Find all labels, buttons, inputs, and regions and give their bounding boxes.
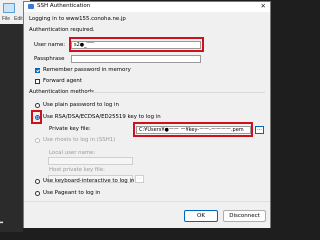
auth-methods-label: Authentication methods bbox=[29, 89, 94, 95]
user-name-highlight bbox=[69, 37, 204, 52]
browse-key-button[interactable]: ... bbox=[255, 126, 264, 134]
keyboard-interactive-label: Use keyboard-interactive to log in bbox=[43, 178, 135, 184]
dialog-titlebar: SSH Authentication ✕ bbox=[24, 2, 270, 12]
login-info: Logging in to www155.conoha.ne.jp bbox=[29, 16, 126, 22]
pageant-label: Use Pageant to log in bbox=[43, 190, 101, 196]
radio-pageant[interactable] bbox=[35, 191, 40, 196]
user-name-label: User name: bbox=[34, 42, 66, 48]
dialog-footer: OK Disconnect bbox=[24, 201, 270, 228]
radio-rhosts[interactable] bbox=[35, 138, 40, 143]
private-key-label: Private key file: bbox=[49, 126, 91, 132]
passphrase-label: Passphrase bbox=[34, 56, 65, 62]
radio-plain-password[interactable] bbox=[35, 103, 40, 108]
forward-agent-label: Forward agent bbox=[43, 78, 82, 84]
rsa-radio-highlight bbox=[31, 110, 42, 124]
menu-file[interactable]: File bbox=[2, 16, 10, 22]
menu-edit[interactable]: Edit bbox=[14, 16, 23, 22]
close-icon[interactable]: ✕ bbox=[261, 2, 266, 10]
remember-password-label: Remember password in memory bbox=[43, 67, 131, 73]
auth-methods-divider bbox=[87, 92, 265, 93]
rsa-key-label: Use RSA/DSA/ECDSA/ED25519 key to log in bbox=[43, 114, 161, 120]
dialog-icon bbox=[28, 4, 34, 9]
private-key-highlight bbox=[133, 122, 253, 137]
terminal-cursor: ▂ bbox=[0, 218, 4, 224]
rhosts-label: Use rhosts to log in (SSH1) bbox=[43, 137, 116, 143]
auth-required-text: Authentication required. bbox=[29, 27, 95, 33]
remember-password-checkbox[interactable] bbox=[35, 68, 40, 73]
ok-button[interactable]: OK bbox=[184, 210, 218, 222]
ssh-auth-dialog: SSH Authentication ✕ Logging in to www15… bbox=[23, 1, 271, 228]
forward-agent-checkbox[interactable] bbox=[35, 79, 40, 84]
local-user-label: Local user name: bbox=[49, 150, 96, 156]
radio-keyboard-interactive[interactable] bbox=[35, 179, 40, 184]
disconnect-button[interactable]: Disconnect bbox=[223, 210, 266, 222]
app-icon bbox=[3, 3, 15, 13]
background-terminal bbox=[0, 0, 23, 232]
browse-host-key-button[interactable]: ... bbox=[135, 175, 144, 183]
plain-password-label: Use plain password to log in bbox=[43, 102, 119, 108]
local-user-input[interactable] bbox=[48, 157, 133, 165]
host-key-label: Host private key file: bbox=[49, 167, 105, 173]
dialog-title: SSH Authentication bbox=[37, 3, 91, 9]
passphrase-input[interactable] bbox=[71, 55, 201, 63]
